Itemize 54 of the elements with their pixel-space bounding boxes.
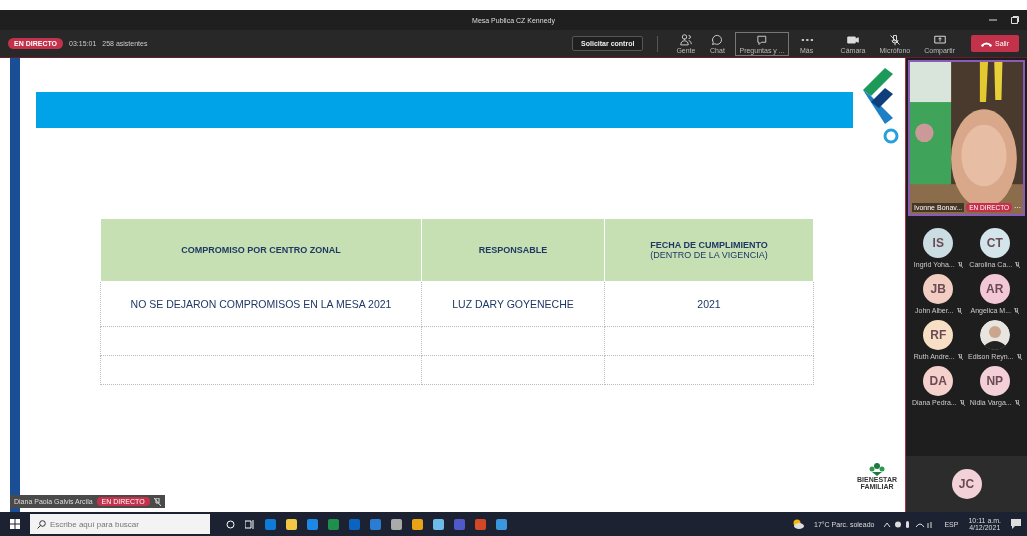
muted-microphone-icon — [153, 497, 161, 506]
app-tile-icon[interactable] — [328, 518, 339, 530]
muted-microphone-icon — [957, 353, 963, 360]
tray-icons-drawing[interactable] — [884, 519, 935, 529]
avatar-initials: NP — [979, 366, 1010, 396]
share-screen-icon — [933, 33, 946, 46]
muted-microphone-icon — [1015, 261, 1021, 268]
task-view-icon[interactable] — [245, 519, 255, 529]
column-header: RESPONSABLE — [421, 218, 605, 282]
column-header: COMPROMISO POR CENTRO ZONAL — [100, 218, 422, 282]
muted-microphone-icon — [888, 33, 901, 46]
table-cell: NO SE DEJARON COMPROMISOS EN LA MESA 2021 — [100, 281, 422, 327]
avatar-initials: JC — [951, 469, 982, 499]
avatar-initials: JB — [923, 274, 954, 304]
weather-icon[interactable] — [792, 519, 805, 529]
app-tile-icon[interactable] — [370, 518, 381, 530]
windows-logo-icon[interactable] — [10, 519, 20, 529]
app-tile-icon[interactable] — [412, 518, 423, 530]
avatar-initials: IS — [923, 228, 954, 258]
avatar-photo — [979, 320, 1010, 350]
app-tile-icon[interactable] — [433, 518, 444, 530]
table-cell: LUZ DARY GOYENECHE — [421, 281, 605, 327]
muted-microphone-icon — [956, 307, 962, 314]
app-tile-icon[interactable] — [454, 518, 465, 530]
search-icon — [37, 520, 46, 529]
muted-microphone-icon — [957, 261, 963, 268]
circle-icon[interactable] — [226, 519, 235, 529]
phone-icon — [981, 40, 992, 47]
camera-icon — [847, 33, 860, 46]
avatar-initials: RF — [923, 320, 954, 350]
chat-icon — [711, 33, 724, 46]
app-tile-icon[interactable] — [265, 518, 276, 530]
minimize-icon[interactable] — [989, 16, 997, 24]
table-cell: 2021 — [604, 281, 814, 327]
notification-icon[interactable] — [1011, 519, 1021, 529]
muted-microphone-icon — [1014, 399, 1020, 406]
app-tile-icon[interactable] — [391, 518, 402, 530]
muted-microphone-icon — [1016, 353, 1022, 360]
family-logo-icon — [869, 462, 886, 476]
maximize-icon[interactable] — [1011, 16, 1019, 24]
avatar-initials: CT — [979, 228, 1010, 258]
app-tile-icon[interactable] — [307, 518, 318, 530]
app-tile-icon[interactable] — [496, 518, 507, 530]
app-tile-icon[interactable] — [349, 518, 360, 530]
speech-bubble-icon — [756, 33, 769, 46]
muted-microphone-icon — [1014, 307, 1019, 314]
search-field[interactable]: Escribe aquí para buscar — [30, 514, 210, 534]
app-tile-icon[interactable] — [286, 518, 297, 530]
app-tile-icon[interactable] — [475, 518, 486, 530]
muted-microphone-icon — [959, 399, 965, 406]
avatar-initials: AR — [979, 274, 1010, 304]
column-header: FECHA DE CUMPLIMIENTO (DENTRO DE LA VIGENCIA) — [604, 218, 814, 282]
avatar-initials: DA — [923, 366, 954, 396]
people-icon — [679, 33, 692, 46]
